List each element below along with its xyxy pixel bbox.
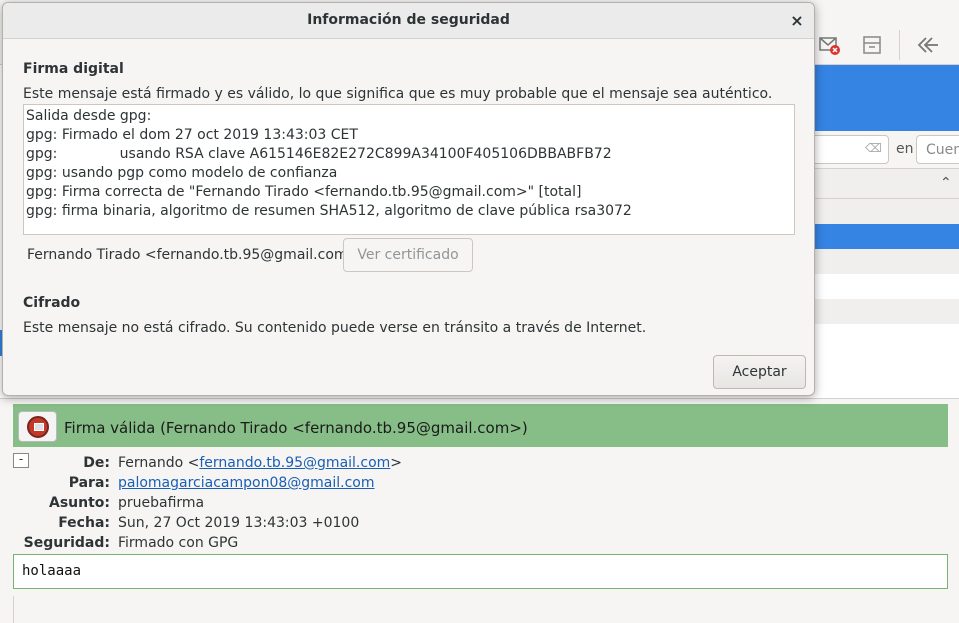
search-scope-field[interactable]: Cuen [916,135,959,164]
view-certificate-button[interactable]: Ver certificado [343,238,473,272]
gpg-output-line: gpg: usando pgp como modelo de confianza [26,165,338,181]
subject-label: Asunto: [48,495,110,511]
encryption-description: Este mensaje no está cifrado. Su conteni… [23,320,647,336]
security-value: Firmado con GPG [118,535,239,551]
dialog-titlebar[interactable]: Información de seguridad × [3,3,814,39]
gpg-output-line: gpg: usando RSA clave A615146E82E272C899… [26,146,612,162]
toolbar-separator [899,30,900,60]
security-info-dialog: Información de seguridad × Firma digital… [2,2,815,396]
to-email-link[interactable]: palomagarciacampon08@gmail.com [118,475,375,491]
list-item[interactable] [815,274,959,299]
gpg-output-line: gpg: Firmado el dom 27 oct 2019 13:43:03… [26,127,358,143]
subject-value: pruebafirma [118,495,205,511]
from-label: De: [83,455,110,471]
clear-search-icon[interactable]: ⌫ [865,141,882,155]
from-value: Fernando <fernando.tb.95@gmail.com> [118,455,402,471]
date-label: Fecha: [58,515,110,531]
list-item[interactable] [815,299,959,324]
to-label: Para: [68,475,110,491]
security-info-button[interactable] [18,411,57,442]
list-item-selected[interactable] [815,224,959,249]
security-label: Seguridad: [23,535,110,551]
list-item[interactable] [815,199,959,224]
gpg-output-line: Salida desde gpg: [26,108,152,124]
search-in-label: en [896,141,914,157]
from-email-link[interactable]: fernando.tb.95@gmail.com [199,455,390,471]
list-item[interactable] [815,249,959,274]
encryption-heading: Cifrado [23,295,81,311]
message-list-header [815,169,959,199]
chevron-up-icon[interactable]: ⌃ [940,175,952,191]
signature-description: Este mensaje está firmado y es válido, l… [23,86,773,102]
accent-bar [815,65,959,131]
archive-icon[interactable] [859,32,885,58]
signer-identity: Fernando Tirado <fernando.tb.95@gmail.co… [27,247,360,263]
date-value: Sun, 27 Oct 2019 13:43:03 +0100 [118,515,360,531]
gpg-output-line: gpg: firma binaria, algoritmo de resumen… [26,203,632,219]
signature-status-text: Firma válida (Fernando Tirado <fernando.… [64,419,528,437]
close-icon[interactable]: × [787,11,807,31]
signed-seal-icon [26,415,49,438]
message-pane-bottom [13,596,948,623]
junk-delete-icon[interactable] [817,32,843,58]
reply-all-icon[interactable] [915,32,941,58]
gpg-output-box[interactable]: Salida desde gpg: gpg: Firmado el dom 27… [23,104,795,235]
from-name: Fernando < [118,455,200,471]
message-body[interactable]: holaaaa [13,554,948,589]
signature-heading: Firma digital [23,61,124,77]
from-suffix: > [390,455,403,471]
gpg-output-line: gpg: Firma correcta de "Fernando Tirado … [26,184,582,200]
accept-button[interactable]: Aceptar [713,355,806,389]
dialog-title: Información de seguridad [307,12,510,28]
